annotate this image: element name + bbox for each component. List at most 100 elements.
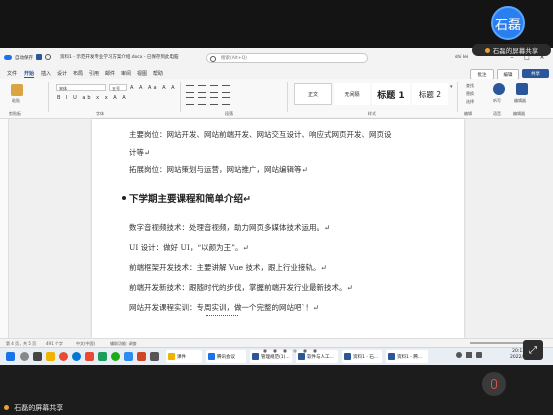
vertical-ruler	[0, 119, 9, 338]
presenter-avatar[interactable]: 石磊	[491, 6, 525, 40]
group-divider	[180, 82, 181, 112]
spelling-underline	[206, 314, 238, 316]
editor-label: 编辑器	[514, 98, 526, 103]
meeting-top-area	[0, 0, 553, 48]
screen-share-label-bottom: 石磊的屏幕共享	[4, 403, 63, 413]
replace-button[interactable]: 替换	[466, 91, 474, 97]
autosave-toggle[interactable]	[4, 55, 12, 60]
font-size-select[interactable]: 五号	[109, 84, 127, 91]
chrome-icon[interactable]	[59, 352, 68, 361]
share-button[interactable]: 共享	[522, 69, 549, 78]
volume-icon[interactable]	[466, 352, 472, 358]
taskbar-app[interactable]: 课件	[166, 350, 202, 363]
paragraph-group-label: 段落	[225, 111, 233, 116]
numbering-icon	[198, 85, 206, 93]
app-icon[interactable]	[98, 352, 107, 361]
section-heading[interactable]: 下学期主要课程和简单介绍↵	[129, 191, 251, 205]
style-heading-1[interactable]: 标题 1	[372, 83, 410, 105]
course-line[interactable]: 前端框架开发技术：主要讲解 Vue 技术，跟上行业接轨。↵	[129, 262, 327, 273]
menu-home[interactable]: 开始	[24, 70, 35, 78]
doc-line-main-jobs-cont[interactable]: 计等↵	[129, 147, 150, 158]
menu-layout[interactable]: 布局	[73, 70, 83, 77]
course-line[interactable]: 前端开发新技术：跟随时代的步伐，掌握前端开发行业最新技术。↵	[129, 282, 353, 293]
mute-mic-button[interactable]	[482, 372, 506, 396]
course-line[interactable]: 数字音视频技术：处理音视频，助力网页多媒体技术运用。↵	[129, 222, 330, 233]
editor-icon[interactable]	[516, 83, 528, 95]
search-input[interactable]: 搜索(Alt+Q)	[206, 53, 368, 63]
style-normal[interactable]: 正文	[294, 83, 332, 105]
word-icon	[298, 353, 305, 360]
menu-review[interactable]: 审阅	[121, 70, 131, 77]
doc-line-main-jobs[interactable]: 主要岗位：网站开发、网站前端开发、网站交互设计、响应式网页开发、网页设	[129, 129, 392, 140]
folder-icon[interactable]	[46, 352, 55, 361]
select-button[interactable]: 选择	[466, 99, 474, 105]
menu-references[interactable]: 引用	[89, 70, 99, 77]
voice-group-label: 语音	[493, 111, 501, 116]
bullets-icon	[186, 85, 194, 93]
heading-bullet-icon	[122, 196, 126, 200]
fullscreen-toggle-icon[interactable]: ⤢	[523, 340, 543, 360]
mic-off-icon	[491, 379, 497, 389]
group-divider	[457, 82, 458, 112]
dictate-label: 听写	[493, 98, 501, 103]
paste-label: 粘贴	[12, 98, 20, 103]
menu-view[interactable]: 视图	[137, 70, 147, 77]
course-line[interactable]: UI 设计：做好 UI，“以颜为王”。↵	[129, 242, 249, 253]
network-icon[interactable]	[456, 352, 462, 358]
style-no-spacing[interactable]: 无间隔	[334, 83, 370, 105]
style-heading-2[interactable]: 标题 2	[412, 83, 448, 105]
app-icon[interactable]	[150, 352, 159, 361]
paragraph-tools[interactable]	[186, 85, 276, 105]
dictate-icon[interactable]	[493, 83, 505, 95]
task-view-icon[interactable]	[33, 352, 42, 361]
word-icon	[388, 353, 395, 360]
autosave-label: 自动保存	[15, 56, 33, 61]
font-name-select[interactable]: 宋体	[56, 84, 106, 91]
save-icon[interactable]	[36, 54, 42, 60]
align-right-icon	[210, 97, 218, 105]
windows-start-icon[interactable]	[6, 352, 15, 361]
app-icon[interactable]	[137, 352, 146, 361]
ime-icon[interactable]	[476, 352, 482, 358]
group-divider	[287, 82, 288, 112]
word-window: 自动保存 资料1 - 示范开发专业学习方案介绍.docx - 已保存到此电脑 搜…	[0, 48, 553, 347]
menu-insert[interactable]: 插入	[41, 70, 51, 77]
menu-mailings[interactable]: 邮件	[105, 70, 115, 77]
course-line[interactable]: 网站开发课程实训：专周实训，做一个完整的网站吧`！↵	[129, 302, 319, 313]
menu-design[interactable]: 设计	[57, 70, 67, 77]
app-icon[interactable]	[85, 352, 94, 361]
multilevel-icon	[210, 85, 218, 93]
menu-file[interactable]: 文件	[7, 70, 17, 77]
editor-group-label: 编辑器	[513, 111, 525, 116]
font-format-tools[interactable]: B I U ab x x A A	[57, 95, 128, 101]
word-icon	[252, 353, 259, 360]
search-icon[interactable]	[20, 352, 29, 361]
paste-icon[interactable]	[11, 84, 23, 96]
doc-line-extended-jobs[interactable]: 拓展岗位：网站策划与运营，网站推广，网站编辑等↵	[129, 164, 308, 175]
editing-group-label: 编辑	[464, 111, 472, 116]
wechat-icon[interactable]	[111, 352, 120, 361]
mic-icon	[4, 405, 9, 410]
font-group-label: 字体	[96, 111, 104, 116]
clipboard-group-label: 剪贴板	[9, 111, 21, 116]
menu-help[interactable]: 帮助	[153, 70, 163, 77]
taskbar-app[interactable]: 资料1 - 腾...	[386, 350, 428, 363]
zoom-slider[interactable]	[470, 342, 530, 344]
screen-share-text: 石磊的屏幕共享	[492, 47, 539, 55]
folder-icon	[168, 353, 175, 360]
taskbar-app[interactable]: 腾讯会议	[206, 350, 246, 363]
word-icon	[344, 353, 351, 360]
taskbar-app[interactable]: 资料1 - 石...	[342, 350, 382, 363]
meeting-icon	[208, 353, 215, 360]
document-title: 资料1 - 示范开发专业学习方案介绍.docx - 已保存到此电脑	[60, 55, 179, 60]
mic-icon	[484, 47, 490, 53]
undo-icon[interactable]	[45, 54, 51, 60]
font-size-tools[interactable]: A A Aa A A	[130, 85, 177, 91]
styles-more-icon[interactable]: ▾	[450, 84, 455, 104]
indent-icon	[222, 85, 230, 93]
app-icon[interactable]	[124, 352, 133, 361]
find-button[interactable]: 查找	[466, 83, 474, 89]
group-divider	[48, 82, 49, 112]
edge-icon[interactable]	[72, 352, 81, 361]
user-name[interactable]: shi lei	[455, 55, 468, 60]
